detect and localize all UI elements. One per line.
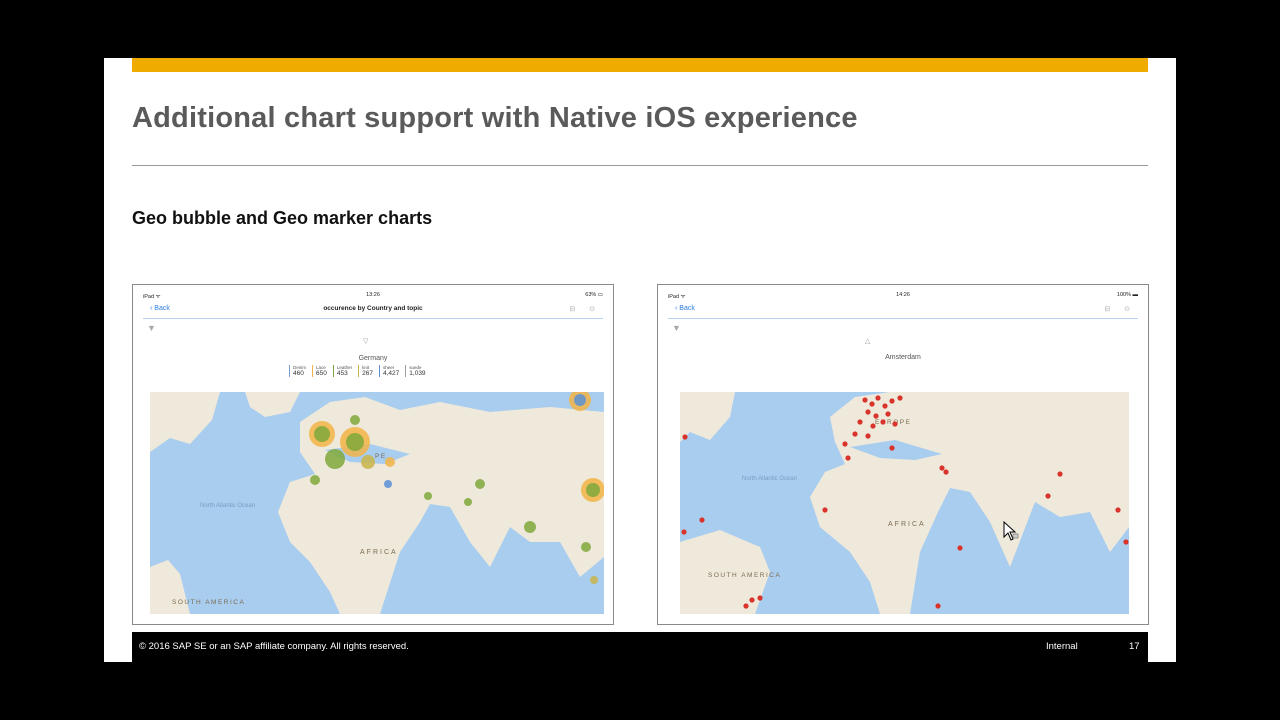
- legend-item: Lace 650: [312, 365, 331, 377]
- nav-bar: ‹ Back ⊟ ⊙: [668, 302, 1138, 319]
- nav-title: occurence by Country and topic: [323, 305, 423, 312]
- chevron-down-icon[interactable]: ▽: [363, 337, 368, 345]
- battery-label: 63% ▭: [585, 292, 603, 298]
- ipad-screenshot-geo-marker: iPad ᯤ 14:26 100% ▬ ‹ Back ⊟ ⊙ ▼ △ Amste…: [657, 284, 1149, 625]
- filter-icon[interactable]: ▼: [147, 323, 156, 333]
- accent-bar: [132, 58, 1148, 72]
- copyright-text: © 2016 SAP SE or an SAP affiliate compan…: [139, 641, 409, 652]
- share-settings-icons[interactable]: ⊟ ⊙: [1104, 305, 1136, 313]
- region-label: Germany: [358, 355, 388, 362]
- time-label: 14:26: [896, 292, 910, 298]
- slide: Additional chart support with Native iOS…: [104, 58, 1176, 662]
- classification-label: Internal: [1046, 641, 1078, 652]
- footer: © 2016 SAP SE or an SAP affiliate compan…: [132, 632, 1148, 662]
- battery-label: 100% ▬: [1116, 292, 1138, 298]
- geo-marker-map[interactable]: North Atlantic Ocean AFRICA SOUTH AMERIC…: [680, 392, 1129, 614]
- filter-icon[interactable]: ▼: [672, 323, 681, 333]
- legend: Denim 460 Lace 650 Leather 453 knit 267 shee…: [289, 365, 432, 377]
- back-button[interactable]: ‹ Back: [675, 305, 695, 312]
- share-settings-icons[interactable]: ⊟ ⊙: [569, 305, 601, 313]
- legend-item: knit 267: [358, 365, 377, 377]
- status-bar: iPad ᯤ 13:26 63% ▭: [143, 292, 603, 300]
- ipad-screenshot-geo-bubble: iPad ᯤ 13:26 63% ▭ ‹ Back occurence by C…: [132, 284, 614, 625]
- continent-label: SOUTH AMERICA: [172, 599, 245, 606]
- legend-item: suede 1,039: [405, 365, 429, 377]
- page-number: 17: [1129, 641, 1140, 652]
- region-label: Amsterdam: [885, 354, 921, 361]
- title-divider: [132, 165, 1148, 166]
- legend-item: sheer 4,427: [379, 365, 403, 377]
- time-label: 13:26: [366, 292, 380, 298]
- slide-subtitle: Geo bubble and Geo marker charts: [132, 208, 433, 228]
- legend-item: Leather 453: [332, 365, 356, 377]
- mouse-cursor-icon: [1003, 521, 1019, 541]
- chevron-up-icon[interactable]: △: [865, 337, 870, 345]
- legend-item: Denim 460: [289, 365, 310, 377]
- continent-label: AFRICA: [360, 549, 398, 556]
- continent-label: AFRICA: [888, 521, 926, 528]
- nav-bar: ‹ Back occurence by Country and topic ⊟ …: [143, 302, 603, 319]
- geo-bubble-map[interactable]: North Atlantic Ocean AFRICA SOUTH AMERIC…: [150, 392, 604, 614]
- ocean-label: North Atlantic Ocean: [200, 503, 255, 509]
- status-bar: iPad ᯤ 14:26 100% ▬: [668, 292, 1138, 300]
- continent-label: SOUTH AMERICA: [708, 572, 781, 579]
- continent-label: PE: [375, 453, 387, 460]
- ocean-label: North Atlantic Ocean: [742, 476, 797, 482]
- slide-title: Additional chart support with Native iOS…: [132, 102, 858, 134]
